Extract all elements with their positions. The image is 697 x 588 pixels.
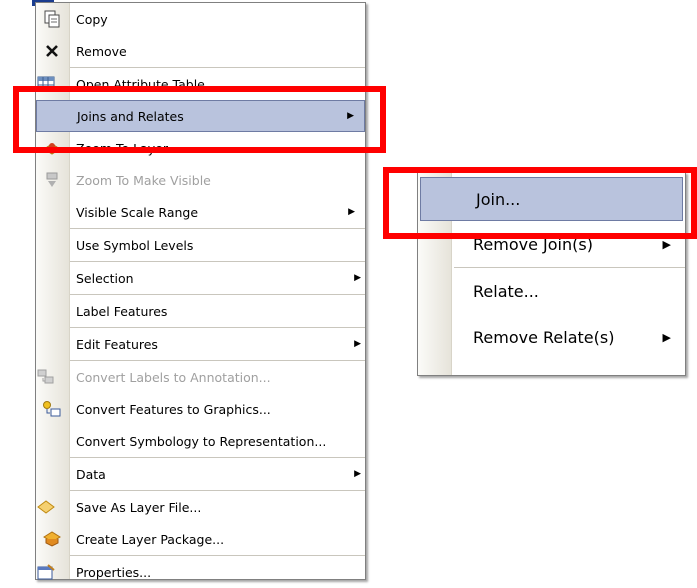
convert-labels-icon bbox=[36, 367, 56, 387]
menu-item-joins-and-relates[interactable]: Joins and Relates ▶ bbox=[36, 100, 365, 132]
convert-features-icon bbox=[42, 399, 62, 419]
submenu-arrow-icon: ▶ bbox=[662, 237, 671, 251]
menu-item-label: Use Symbol Levels bbox=[76, 237, 194, 253]
menu-item-convert-features-to-graphics[interactable]: Convert Features to Graphics... bbox=[36, 393, 365, 425]
menu-item-label: Zoom To Layer bbox=[76, 140, 168, 156]
menu-item-label: Open Attribute Table bbox=[76, 76, 205, 92]
submenu-arrow-icon: ▶ bbox=[354, 469, 361, 479]
menu-item-create-layer-package[interactable]: Create Layer Package... bbox=[36, 523, 365, 555]
copy-icon bbox=[42, 9, 62, 29]
menu-item-remove[interactable]: Remove bbox=[36, 35, 365, 67]
menu-item-label: Save As Layer File... bbox=[76, 499, 202, 515]
menu-item-copy[interactable]: Copy bbox=[36, 3, 365, 35]
menu-item-label: Create Layer Package... bbox=[76, 531, 225, 547]
submenu-arrow-icon: ▶ bbox=[662, 330, 671, 344]
menu-item-label: Selection bbox=[76, 270, 134, 286]
zoom-layer-icon bbox=[42, 138, 62, 158]
menu-item-label: Edit Features bbox=[76, 336, 158, 352]
submenu-item-relate[interactable]: Relate... bbox=[454, 267, 685, 314]
menu-item-edit-features[interactable]: Edit Features ▶ bbox=[70, 327, 365, 360]
menu-item-properties[interactable]: Properties... bbox=[37, 555, 365, 588]
submenu-item-remove-joins[interactable]: Remove Join(s) ▶ bbox=[418, 221, 685, 267]
submenu-arrow-icon: ▶ bbox=[348, 207, 355, 217]
menu-item-label: Remove bbox=[76, 43, 127, 59]
menu-item-label: Label Features bbox=[76, 303, 168, 319]
menu-item-label: Data bbox=[76, 466, 106, 482]
menu-item-convert-labels-to-annotation[interactable]: Convert Labels to Annotation... bbox=[37, 360, 365, 393]
menu-item-save-as-layer-file[interactable]: Save As Layer File... bbox=[37, 490, 365, 523]
layer-context-menu: Copy Remove Open Attribute Table Joins a… bbox=[35, 2, 366, 580]
submenu-item-label: Relate... bbox=[473, 281, 539, 301]
submenu-item-join[interactable]: Join... bbox=[420, 177, 683, 221]
submenu-item-remove-relates[interactable]: Remove Relate(s) ▶ bbox=[418, 314, 685, 360]
menu-item-label-features[interactable]: Label Features bbox=[70, 294, 365, 327]
menu-item-zoom-to-make-visible[interactable]: Zoom To Make Visible bbox=[36, 164, 365, 196]
menu-item-use-symbol-levels[interactable]: Use Symbol Levels bbox=[70, 228, 365, 261]
layer-file-icon bbox=[36, 497, 56, 517]
submenu-arrow-icon: ▶ bbox=[354, 339, 361, 349]
table-icon bbox=[36, 74, 56, 94]
submenu-item-label: Remove Relate(s) bbox=[473, 327, 615, 347]
menu-item-data[interactable]: Data ▶ bbox=[70, 457, 365, 490]
layer-package-icon bbox=[42, 529, 62, 549]
menu-item-convert-symbology-to-representation[interactable]: Convert Symbology to Representation... bbox=[36, 425, 365, 457]
menu-item-label: Convert Features to Graphics... bbox=[76, 401, 271, 417]
menu-item-visible-scale-range[interactable]: Visible Scale Range ▶ bbox=[36, 196, 365, 228]
menu-item-label: Visible Scale Range bbox=[76, 204, 199, 220]
menu-item-label: Zoom To Make Visible bbox=[76, 172, 211, 188]
menu-item-label: Properties... bbox=[76, 564, 152, 580]
menu-item-zoom-to-layer[interactable]: Zoom To Layer bbox=[36, 132, 365, 164]
submenu-item-label: Remove Join(s) bbox=[473, 234, 593, 254]
menu-item-selection[interactable]: Selection ▶ bbox=[70, 261, 365, 294]
submenu-arrow-icon: ▶ bbox=[354, 273, 361, 283]
menu-item-open-attribute-table[interactable]: Open Attribute Table bbox=[37, 67, 365, 100]
menu-item-label: Joins and Relates bbox=[77, 108, 184, 124]
joins-and-relates-submenu: Join... Remove Join(s) ▶ Relate... Remov… bbox=[417, 172, 686, 376]
properties-icon bbox=[36, 562, 56, 582]
menu-item-label: Convert Symbology to Representation... bbox=[76, 433, 327, 449]
submenu-arrow-icon: ▶ bbox=[347, 111, 354, 121]
menu-item-label: Convert Labels to Annotation... bbox=[76, 369, 271, 385]
menu-item-label: Copy bbox=[76, 11, 108, 27]
submenu-item-label: Join... bbox=[476, 189, 521, 209]
remove-icon bbox=[42, 41, 62, 61]
zoom-visible-icon bbox=[42, 170, 62, 190]
